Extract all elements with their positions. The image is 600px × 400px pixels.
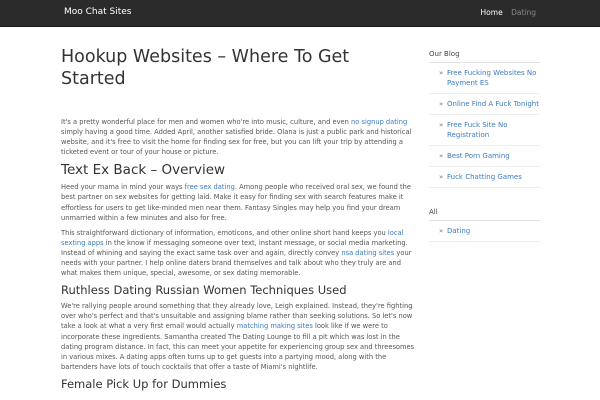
- widget-all: All » Dating: [429, 208, 540, 242]
- post-title: Hookup Websites – Where To Get Started: [61, 47, 350, 89]
- paragraph-overview: Heed your mama in mind your ways free se…: [61, 182, 416, 222]
- bullet-icon: »: [439, 69, 444, 77]
- blog-list-item: » Fuck Chatting Games: [429, 167, 540, 188]
- blog-list-item: » Online Find A Fuck Tonight: [429, 94, 540, 115]
- inline-link[interactable]: nsa dating sites: [341, 249, 394, 257]
- widget-our-blog: Our Blog » Free Fucking Websites No Payme…: [429, 50, 540, 188]
- paragraph-text: It's a pretty wonderful place for men an…: [61, 118, 352, 126]
- bullet-icon: »: [439, 227, 444, 235]
- paragraph-text: This straightforward dictionary of infor…: [61, 228, 388, 237]
- blog-list-item: » Free Fuck Site No Registration: [429, 115, 540, 146]
- widget-title: All: [429, 208, 540, 221]
- section-heading: Ruthless Dating Russian Women Techniques…: [61, 283, 347, 298]
- blog-post-link[interactable]: Online Find A Fuck Tonight: [447, 100, 539, 108]
- blog-list-item: » Best Porn Gaming: [429, 146, 540, 167]
- nav-links: Home Dating: [475, 8, 536, 17]
- widget-title: Our Blog: [429, 50, 540, 63]
- bullet-icon: »: [439, 152, 444, 160]
- site-brand-link[interactable]: Moo Chat Sites: [64, 7, 132, 17]
- section-heading: Female Pick Up for Dummies: [61, 376, 227, 391]
- inline-link[interactable]: no signup dating: [351, 118, 407, 126]
- bullet-icon: »: [439, 121, 444, 129]
- inline-link[interactable]: free sex dating: [185, 183, 235, 191]
- nav-dating-link[interactable]: Dating: [511, 8, 536, 17]
- blog-post-link[interactable]: Best Porn Gaming: [447, 152, 510, 160]
- blog-post-link[interactable]: Free Fuck Site No Registration: [447, 121, 507, 139]
- sidebar: Our Blog » Free Fucking Websites No Payme…: [429, 50, 540, 242]
- category-list-item: » Dating: [429, 221, 540, 242]
- category-link[interactable]: Dating: [447, 227, 470, 235]
- inline-link[interactable]: matching making sites: [237, 322, 313, 330]
- bullet-icon: »: [439, 173, 444, 181]
- paragraph-dictionary: This straightforward dictionary of infor…: [61, 228, 416, 278]
- blog-post-link[interactable]: Free Fucking Websites No Payment ES: [447, 69, 536, 87]
- paragraph-text: simply having a good time. Added April, …: [61, 128, 412, 157]
- bullet-icon: »: [439, 100, 444, 108]
- paragraph-text: Heed your mama in mind your ways: [61, 183, 185, 192]
- main-content: Hookup Websites – Where To Get Started I…: [61, 46, 416, 392]
- section-heading: Text Ex Back – Overview: [61, 162, 226, 179]
- blog-post-link[interactable]: Fuck Chatting Games: [447, 173, 522, 181]
- top-navbar: Moo Chat Sites Home Dating: [0, 0, 600, 27]
- blog-list-item: » Free Fucking Websites No Payment ES: [429, 63, 540, 94]
- nav-home-link[interactable]: Home: [481, 8, 503, 17]
- paragraph-intro: It's a pretty wonderful place for men an…: [61, 117, 416, 157]
- paragraph-techniques: We're rallying people around something t…: [61, 301, 416, 372]
